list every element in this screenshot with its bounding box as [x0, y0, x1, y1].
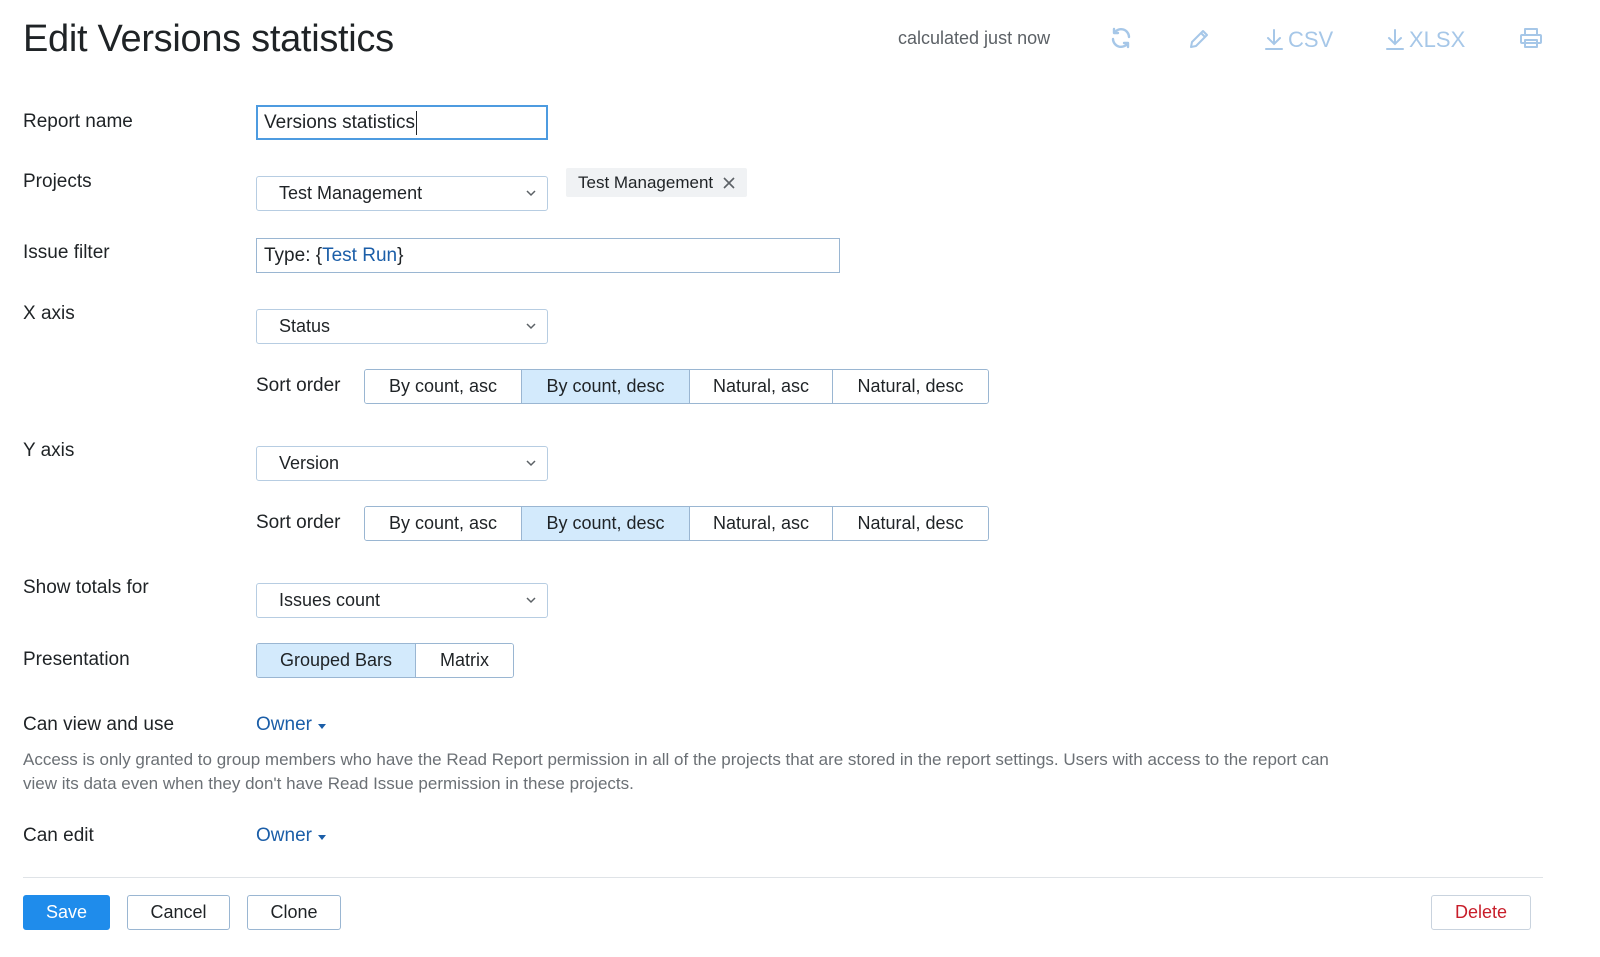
print-button[interactable]	[1519, 26, 1543, 50]
can-view-label: Can view and use	[23, 714, 175, 735]
can-edit-dropdown[interactable]: Owner	[256, 825, 326, 847]
y-sort-by-count-desc[interactable]: By count, desc	[522, 507, 690, 540]
x-sort-order-group: By count, asc By count, desc Natural, as…	[364, 369, 989, 404]
issue-filter-input[interactable]: Type: {Test Run}	[256, 238, 840, 273]
caret-down-icon	[317, 834, 326, 840]
filter-suffix: }	[397, 244, 404, 266]
projects-select-value: Test Management	[279, 183, 423, 203]
show-totals-label: Show totals for	[23, 577, 149, 598]
filter-prefix: Type: {	[264, 244, 323, 266]
can-edit-value: Owner	[256, 825, 312, 846]
caret-down-icon	[317, 723, 326, 729]
download-csv-button[interactable]: CSV	[1264, 27, 1333, 53]
chevron-down-icon	[525, 595, 537, 607]
footer-divider	[23, 877, 1543, 878]
report-name-label: Report name	[23, 111, 133, 132]
refresh-icon	[1109, 26, 1133, 50]
download-xlsx-button[interactable]: XLSX	[1385, 27, 1465, 53]
x-axis-select[interactable]: Status	[256, 309, 548, 344]
y-sort-natural-asc[interactable]: Natural, asc	[690, 507, 833, 540]
x-sort-by-count-desc[interactable]: By count, desc	[522, 370, 690, 403]
download-icon	[1385, 28, 1405, 52]
projects-label: Projects	[23, 171, 92, 192]
projects-select[interactable]: Test Management	[256, 176, 548, 211]
project-tag-label: Test Management	[578, 172, 714, 192]
chevron-down-icon	[525, 321, 537, 333]
x-axis-label: X axis	[23, 303, 75, 324]
page-title: Edit Versions statistics	[23, 18, 394, 60]
y-axis-select-value: Version	[279, 453, 340, 473]
can-edit-label: Can edit	[23, 825, 94, 846]
chevron-down-icon	[525, 458, 537, 470]
presentation-grouped-bars[interactable]: Grouped Bars	[257, 644, 416, 677]
x-sort-order-label: Sort order	[256, 375, 341, 396]
edit-button[interactable]	[1187, 27, 1211, 51]
x-sort-by-count-asc[interactable]: By count, asc	[365, 370, 522, 403]
presentation-matrix[interactable]: Matrix	[416, 644, 513, 677]
xlsx-label: XLSX	[1409, 27, 1466, 52]
close-icon[interactable]	[723, 176, 735, 189]
show-totals-select[interactable]: Issues count	[256, 583, 548, 618]
save-button[interactable]: Save	[23, 895, 110, 930]
filter-token: Test Run	[322, 244, 398, 266]
report-name-value: Versions statistics	[264, 111, 415, 133]
can-view-value: Owner	[256, 714, 312, 735]
text-caret	[416, 110, 417, 135]
refresh-button[interactable]	[1109, 26, 1133, 50]
print-icon	[1519, 26, 1543, 50]
y-sort-order-label: Sort order	[256, 512, 341, 533]
x-sort-natural-desc[interactable]: Natural, desc	[833, 370, 988, 403]
download-icon	[1264, 28, 1284, 52]
cancel-button[interactable]: Cancel	[127, 895, 230, 930]
can-view-dropdown[interactable]: Owner	[256, 714, 326, 736]
pencil-icon	[1187, 27, 1211, 51]
show-totals-select-value: Issues count	[279, 590, 381, 610]
issue-filter-label: Issue filter	[23, 242, 110, 263]
csv-label: CSV	[1288, 27, 1334, 52]
y-sort-natural-desc[interactable]: Natural, desc	[833, 507, 988, 540]
presentation-group: Grouped Bars Matrix	[256, 643, 514, 678]
clone-button[interactable]: Clone	[247, 895, 341, 930]
y-sort-order-group: By count, asc By count, desc Natural, as…	[364, 506, 989, 541]
y-sort-by-count-asc[interactable]: By count, asc	[365, 507, 522, 540]
calculated-status: calculated just now	[898, 28, 1051, 48]
delete-button[interactable]: Delete	[1431, 895, 1531, 930]
access-note: Access is only granted to group members …	[23, 750, 1329, 793]
report-name-input[interactable]: Versions statistics	[256, 105, 548, 140]
project-tag: Test Management	[566, 168, 748, 197]
x-axis-select-value: Status	[279, 316, 331, 336]
x-sort-natural-asc[interactable]: Natural, asc	[690, 370, 833, 403]
presentation-label: Presentation	[23, 649, 130, 670]
y-axis-select[interactable]: Version	[256, 446, 548, 481]
chevron-down-icon	[525, 188, 537, 200]
y-axis-label: Y axis	[23, 440, 75, 461]
